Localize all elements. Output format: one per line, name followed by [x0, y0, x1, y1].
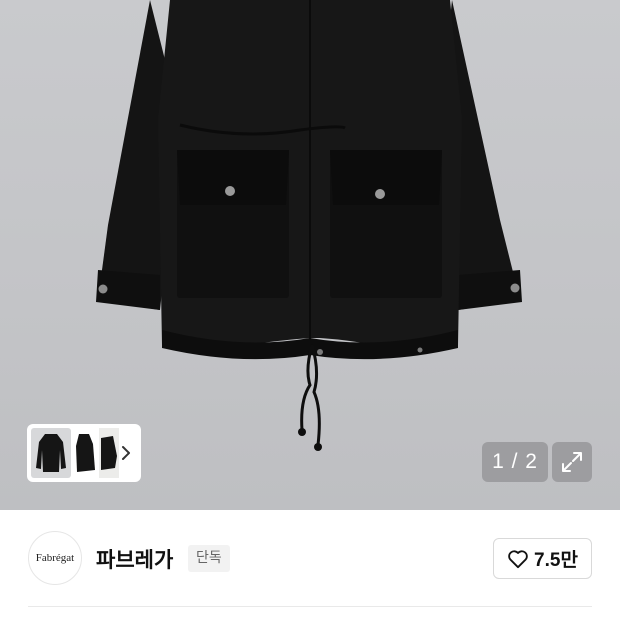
brand-row: Fabrégat 파브레가 단독 7.5만: [0, 510, 620, 608]
expand-icon: [562, 452, 582, 472]
parka-front-thumbnail-icon: [36, 434, 66, 472]
divider: [28, 606, 592, 607]
product-image-viewer[interactable]: 1 / 2: [0, 0, 620, 510]
parka-detail-thumbnail-icon: [99, 428, 119, 478]
chevron-right-icon[interactable]: [120, 443, 132, 463]
like-button[interactable]: 7.5만: [493, 538, 592, 579]
thumbnail-strip[interactable]: [27, 424, 141, 482]
exclusive-badge: 단독: [188, 545, 230, 572]
heart-outline-icon: [508, 549, 528, 568]
thumbnail-2[interactable]: [71, 428, 99, 478]
parka-side-thumbnail-icon: [76, 434, 95, 472]
product-page: 1 / 2 Fabrégat 파브레가 단독 7.5만: [0, 0, 620, 620]
brand-name[interactable]: 파브레가: [96, 544, 173, 574]
brand-logo[interactable]: Fabrégat: [28, 531, 82, 585]
thumbnail-1[interactable]: [31, 428, 71, 478]
expand-button[interactable]: [552, 442, 592, 482]
like-count: 7.5만: [534, 550, 578, 571]
thumbnail-3[interactable]: [99, 428, 119, 478]
page-counter: 1 / 2: [482, 442, 548, 482]
